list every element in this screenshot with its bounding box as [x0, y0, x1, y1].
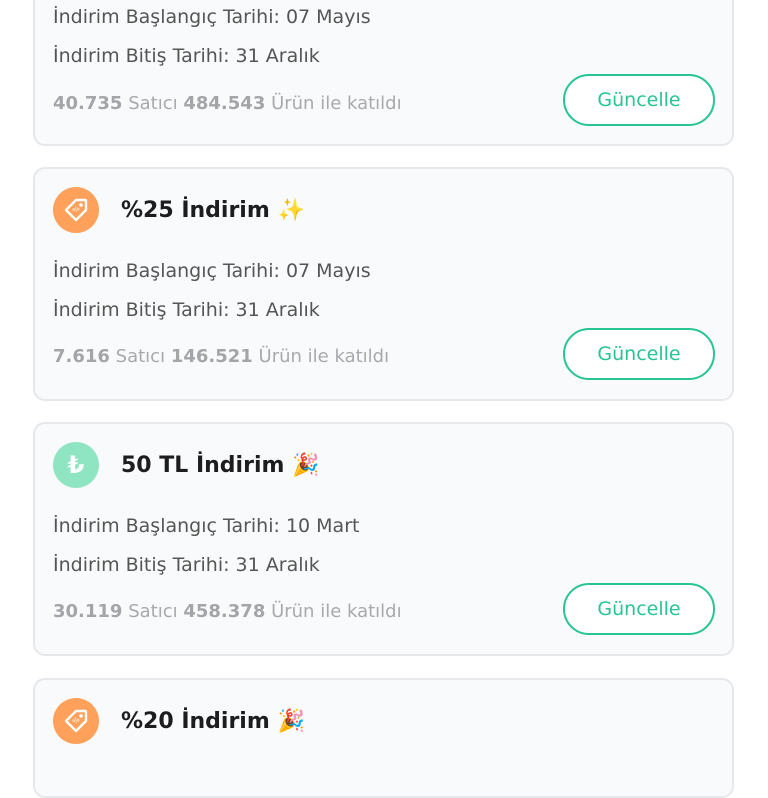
card-header: % %20 İndirim 🎉 — [53, 698, 305, 744]
discount-card: % %25 İndirim ✨ İndirim Başlangıç Tarihi… — [33, 167, 734, 401]
seller-count: 40.735 — [53, 93, 123, 114]
tag-icon: % — [53, 187, 99, 233]
product-count: 146.521 — [170, 346, 253, 367]
end-date: İndirim Bitiş Tarihi: 31 Aralık — [53, 45, 320, 67]
participation-stats: 7.616 Satıcı 146.521 Ürün ile katıldı — [53, 346, 389, 367]
card-header: % %25 İndirim ✨ — [53, 187, 305, 233]
sparkles-icon: ✨ — [277, 197, 306, 223]
product-count: 458.378 — [183, 601, 266, 622]
seller-count: 30.119 — [53, 601, 123, 622]
seller-count: 7.616 — [53, 346, 110, 367]
product-label: Ürün ile katıldı — [271, 93, 402, 114]
lira-glyph: ₺ — [67, 451, 85, 479]
title-text: %20 İndirim — [121, 708, 270, 734]
discount-title: 50 TL İndirim 🎉 — [121, 453, 320, 478]
discount-card: İndirim Başlangıç Tarihi: 07 Mayıs İndir… — [33, 0, 734, 146]
end-date: İndirim Bitiş Tarihi: 31 Aralık — [53, 554, 320, 576]
participation-stats: 30.119 Satıcı 458.378 Ürün ile katıldı — [53, 601, 402, 622]
update-button[interactable]: Güncelle — [563, 328, 715, 380]
update-button[interactable]: Güncelle — [563, 74, 715, 126]
seller-label: Satıcı — [128, 601, 178, 622]
discount-title: %20 İndirim 🎉 — [121, 709, 305, 734]
seller-label: Satıcı — [128, 93, 178, 114]
party-popper-icon: 🎉 — [292, 452, 320, 478]
tag-icon: % — [53, 698, 99, 744]
title-text: %25 İndirim — [121, 197, 270, 223]
discount-card: ₺ 50 TL İndirim 🎉 İndirim Başlangıç Tari… — [33, 422, 734, 656]
party-popper-icon: 🎉 — [277, 708, 306, 734]
product-label: Ürün ile katıldı — [271, 601, 402, 622]
title-text: 50 TL İndirim — [121, 452, 285, 478]
participation-stats: 40.735 Satıcı 484.543 Ürün ile katıldı — [53, 93, 402, 114]
start-date: İndirim Başlangıç Tarihi: 07 Mayıs — [53, 260, 371, 282]
seller-label: Satıcı — [115, 346, 166, 367]
discount-card: % %20 İndirim 🎉 — [33, 678, 734, 798]
product-count: 484.543 — [183, 93, 266, 114]
discount-title: %25 İndirim ✨ — [121, 198, 305, 223]
lira-icon: ₺ — [53, 442, 99, 488]
product-label: Ürün ile katıldı — [258, 346, 390, 367]
card-header: ₺ 50 TL İndirim 🎉 — [53, 442, 320, 488]
update-button[interactable]: Güncelle — [563, 583, 715, 635]
end-date: İndirim Bitiş Tarihi: 31 Aralık — [53, 299, 320, 321]
start-date: İndirim Başlangıç Tarihi: 07 Mayıs — [53, 6, 371, 28]
start-date: İndirim Başlangıç Tarihi: 10 Mart — [53, 515, 360, 537]
